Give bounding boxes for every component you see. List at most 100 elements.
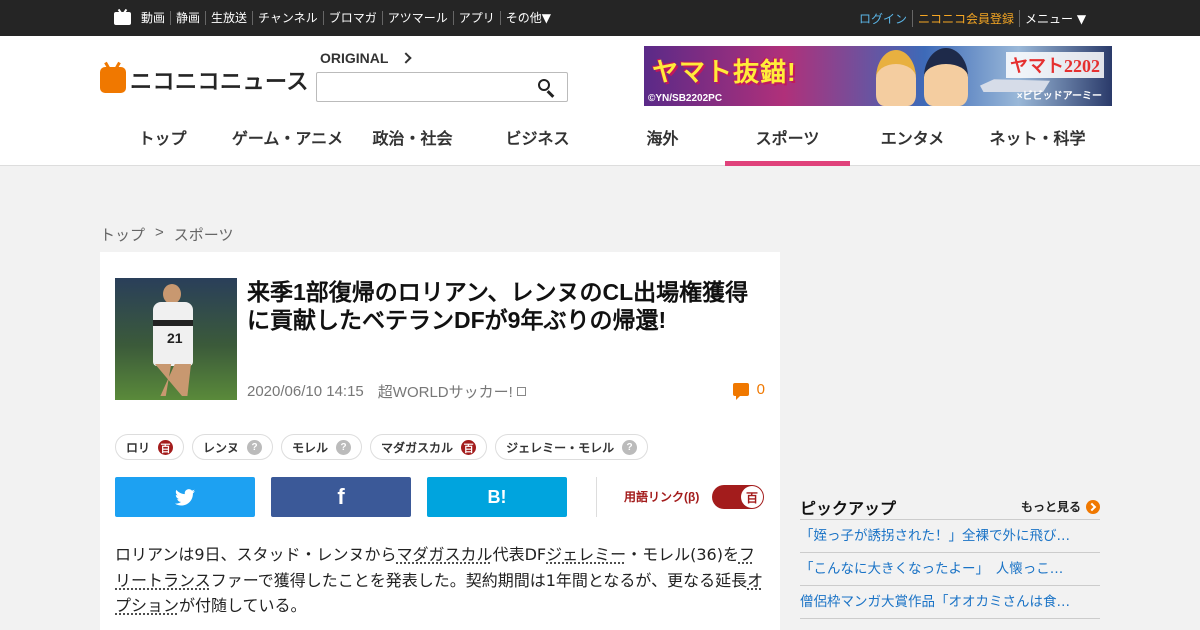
pickup-item[interactable]: 僧侶枠マンガ大賞作品「オオカミさんは食べられたい」… bbox=[800, 586, 1100, 619]
article-source: 超WORLDサッカー! bbox=[377, 384, 513, 401]
body-text: ファーで獲得したことを発表した。契約期間は1年間となるが、更なる延長 bbox=[210, 570, 748, 590]
dic-icon[interactable]: 百 bbox=[158, 439, 174, 455]
tag-label: ジェレミー・モレル bbox=[506, 440, 615, 455]
menu-dropdown[interactable]: メニュー ▼ bbox=[1019, 9, 1086, 27]
tag-item[interactable]: マダガスカル百 bbox=[370, 434, 488, 460]
search-icon[interactable] bbox=[537, 78, 557, 98]
niconico-news-logo[interactable]: ニコニコニュース bbox=[100, 64, 309, 96]
breadcrumb: トップ > スポーツ bbox=[100, 224, 233, 245]
nav-other-dropdown[interactable]: その他▼ bbox=[499, 11, 556, 25]
tab-sports[interactable]: スポーツ bbox=[725, 118, 850, 166]
twitter-bird-icon bbox=[175, 488, 195, 505]
category-nav: トップ ゲーム・アニメ 政治・社会 ビジネス 海外 スポーツ エンタメ ネット・… bbox=[100, 118, 1100, 166]
body-text: 代表DF bbox=[492, 545, 547, 564]
banner-logo: ヤマト2202 bbox=[1006, 52, 1104, 78]
account-nav: ログイン ニコニコ会員登録 メニュー ▼ bbox=[859, 9, 1086, 27]
article-thumbnail: 21 bbox=[115, 278, 237, 400]
banner-character-1 bbox=[876, 50, 916, 106]
body-text: ・モレル(36)を bbox=[626, 545, 739, 564]
tag-list: ロリ百 レンヌ? モレル? マダガスカル百 ジェレミー・モレル? bbox=[115, 434, 649, 460]
hatena-bookmark-button[interactable]: B! bbox=[427, 477, 567, 517]
tab-top[interactable]: トップ bbox=[100, 118, 225, 166]
banner-subtitle: ×ビビッドアーミー bbox=[1016, 91, 1102, 102]
tab-business[interactable]: ビジネス bbox=[475, 118, 600, 166]
facebook-share-button[interactable]: f bbox=[271, 477, 411, 517]
niconico-tv-logo-icon bbox=[100, 67, 126, 93]
pickup-header: ピックアップ もっと見る bbox=[800, 494, 1100, 520]
nav-video[interactable]: 動画 bbox=[137, 11, 170, 25]
nav-seiga[interactable]: 静画 bbox=[170, 11, 205, 25]
tab-politics-society[interactable]: 政治・社会 bbox=[350, 118, 475, 166]
comment-count: 0 bbox=[756, 381, 765, 398]
term-link[interactable]: マダガスカル bbox=[397, 545, 493, 564]
tag-label: ロリ bbox=[126, 440, 151, 455]
tag-item[interactable]: モレル? bbox=[281, 434, 363, 460]
original-link[interactable]: ORIGINAL bbox=[320, 50, 413, 66]
breadcrumb-separator: > bbox=[155, 224, 164, 241]
dic-icon[interactable]: ? bbox=[247, 439, 263, 455]
banner-title: ヤマト抜錨! bbox=[652, 57, 797, 87]
tag-item[interactable]: ロリ百 bbox=[115, 434, 185, 460]
pickup-item[interactable]: 「姪っ子が誘拐された！」全裸で外に飛び出した男性が… bbox=[800, 520, 1100, 553]
search-input[interactable] bbox=[317, 73, 527, 101]
comments-link[interactable]: 0 bbox=[732, 381, 765, 400]
breadcrumb-sports[interactable]: スポーツ bbox=[174, 224, 234, 245]
pickup-section: ピックアップ もっと見る 「姪っ子が誘拐された！」全裸で外に飛び出した男性が… … bbox=[800, 494, 1100, 619]
article-date: 2020/06/10 14:15 bbox=[247, 383, 364, 400]
article-meta: 2020/06/10 14:15 超WORLDサッカー! bbox=[247, 381, 526, 402]
tag-label: マダガスカル bbox=[381, 440, 454, 455]
ad-banner[interactable]: ヤマト抜錨! ヤマト2202 ×ビビッドアーミー ©YN/SB2202PC bbox=[644, 46, 1112, 106]
thumb-jersey-number: 21 bbox=[167, 330, 183, 346]
dic-icon[interactable]: ? bbox=[622, 439, 638, 455]
tag-label: レンヌ bbox=[203, 440, 240, 455]
nav-channel[interactable]: チャンネル bbox=[252, 11, 323, 25]
term-link[interactable]: ジェレミー bbox=[546, 545, 626, 564]
arrow-right-circle-icon bbox=[1086, 499, 1100, 514]
external-link-icon bbox=[516, 387, 526, 396]
register-link[interactable]: ニコニコ会員登録 bbox=[912, 9, 1019, 27]
comment-bubble-icon bbox=[732, 383, 749, 400]
share-divider bbox=[596, 477, 597, 517]
nav-live[interactable]: 生放送 bbox=[205, 11, 252, 25]
hatena-b-icon: B! bbox=[487, 486, 507, 507]
banner-character-2 bbox=[924, 48, 968, 106]
article-source-link[interactable]: 超WORLDサッカー! bbox=[378, 381, 526, 402]
nav-atsumaru[interactable]: アツマール bbox=[381, 11, 453, 25]
tab-net-science[interactable]: ネット・科学 bbox=[975, 118, 1100, 166]
more-label: もっと見る bbox=[1020, 500, 1081, 514]
chevron-right-icon bbox=[400, 52, 413, 64]
tag-item[interactable]: レンヌ? bbox=[192, 434, 274, 460]
tab-overseas[interactable]: 海外 bbox=[600, 118, 725, 166]
pickup-item[interactable]: 「こんなに大きくなったよー」 人懐っこい猫が… bbox=[800, 553, 1100, 586]
nav-blomaga[interactable]: ブロマガ bbox=[322, 11, 382, 25]
tab-game-anime[interactable]: ゲーム・アニメ bbox=[225, 118, 350, 166]
body-text: が付随している。 bbox=[179, 596, 307, 615]
tag-label: モレル bbox=[292, 440, 329, 455]
more-link[interactable]: もっと見る bbox=[1021, 498, 1100, 515]
article-title: 来季1部復帰のロリアン、レンヌのCL出場権獲得に貢献したベテランDFが9年ぶりの… bbox=[247, 279, 749, 333]
original-label: ORIGINAL bbox=[320, 50, 389, 66]
share-buttons: f B! bbox=[115, 477, 567, 517]
login-link[interactable]: ログイン bbox=[859, 10, 912, 27]
global-topbar: 動画 静画 生放送 チャンネル ブロマガ アツマール アプリ その他▼ ログイン… bbox=[0, 0, 1200, 36]
tag-item[interactable]: ジェレミー・モレル? bbox=[495, 434, 649, 460]
yougo-link-toggle[interactable]: 百 bbox=[712, 485, 764, 509]
twitter-share-button[interactable] bbox=[115, 477, 255, 517]
tab-entame[interactable]: エンタメ bbox=[850, 118, 975, 166]
banner-copyright: ©YN/SB2202PC bbox=[648, 93, 723, 104]
breadcrumb-top[interactable]: トップ bbox=[100, 224, 145, 245]
dic-icon[interactable]: ? bbox=[336, 439, 352, 455]
nav-app[interactable]: アプリ bbox=[452, 11, 500, 25]
logo-text: ニコニコニュース bbox=[130, 69, 309, 94]
service-nav: 動画 静画 生放送 チャンネル ブロマガ アツマール アプリ その他▼ bbox=[137, 10, 556, 26]
facebook-f-icon: f bbox=[337, 484, 345, 509]
yougo-link-label: 用語リンク(β) bbox=[624, 490, 700, 504]
niconico-tv-icon[interactable] bbox=[114, 8, 131, 25]
pickup-title: ピックアップ bbox=[800, 500, 897, 518]
article-card: 21 来季1部復帰のロリアン、レンヌのCL出場権獲得に貢献したベテランDFが9年… bbox=[100, 252, 780, 630]
search-box bbox=[316, 72, 568, 102]
dic-icon[interactable]: 百 bbox=[461, 439, 477, 455]
dic-toggle-icon: 百 bbox=[741, 486, 763, 508]
site-header: ニコニコニュース ORIGINAL ヤマト抜錨! ヤマト2202 ×ビビッドアー… bbox=[0, 36, 1200, 166]
body-text: ロリアンは9日、スタッド・レンヌから bbox=[115, 545, 397, 564]
